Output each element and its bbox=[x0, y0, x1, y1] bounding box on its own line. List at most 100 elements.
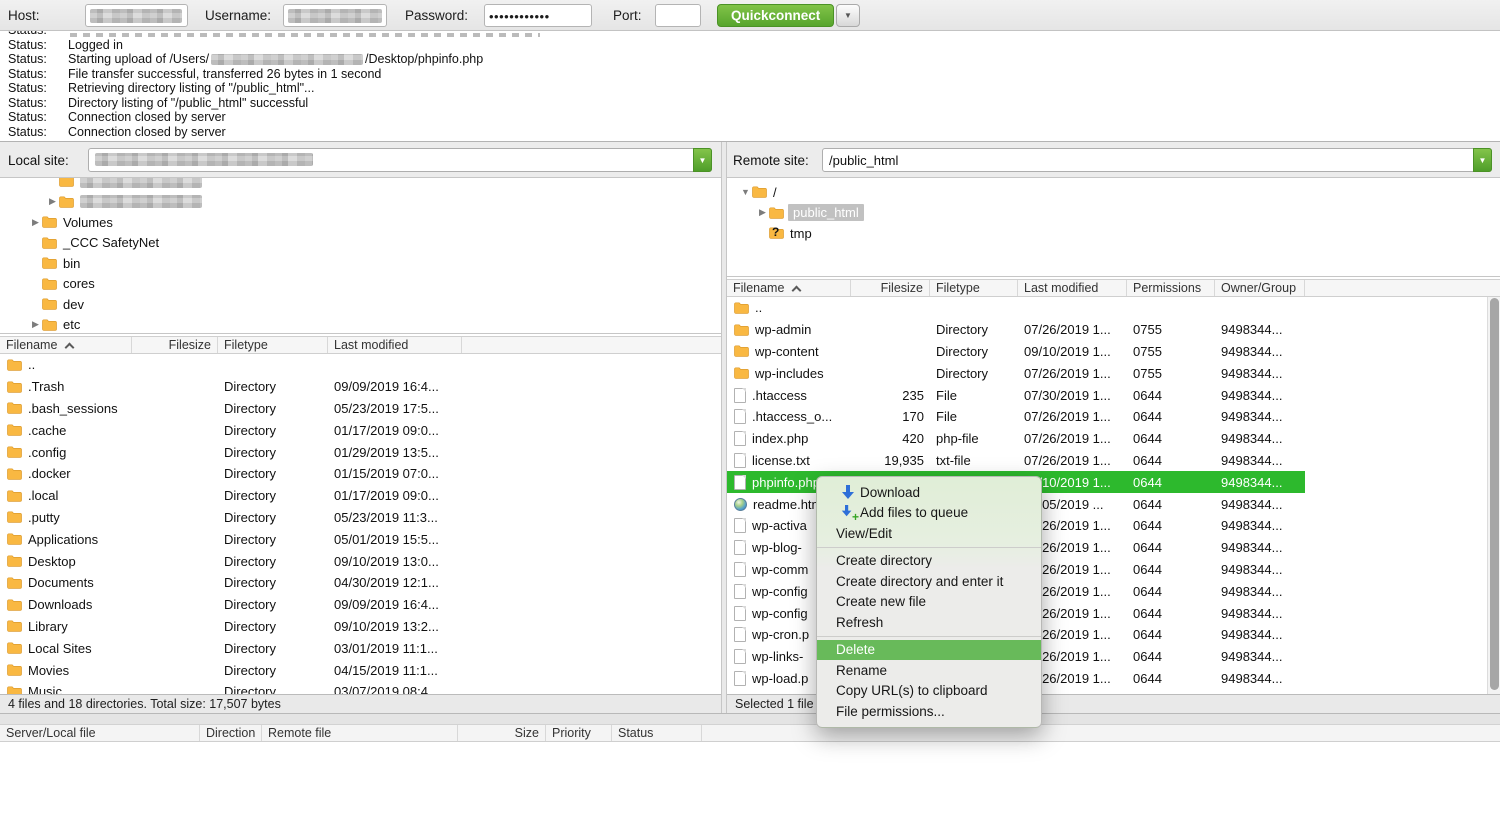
tree-item[interactable]: _CCC SafetyNet bbox=[0, 233, 721, 254]
file-row[interactable]: LibraryDirectory09/10/2019 13:2... bbox=[0, 616, 721, 638]
file-row[interactable]: .configDirectory01/29/2019 13:5... bbox=[0, 441, 721, 463]
file-row[interactable]: .htaccess_o...170File07/26/2019 1...0644… bbox=[727, 406, 1305, 428]
remote-col-owner[interactable]: Owner/Group bbox=[1215, 280, 1305, 296]
queue-col-direction[interactable]: Direction bbox=[200, 725, 262, 741]
menu-item-add-files-to-queue[interactable]: +Add files to queue bbox=[817, 503, 1041, 524]
plus-glyph: + bbox=[852, 511, 859, 523]
port-input[interactable] bbox=[655, 4, 701, 27]
file-row[interactable]: wp-includesDirectory07/26/2019 1...07559… bbox=[727, 362, 1305, 384]
log-text: File transfer successful, transferred 26… bbox=[68, 67, 381, 81]
log-status-label: Status: bbox=[8, 96, 68, 110]
file-row[interactable]: .dockerDirectory01/15/2019 07:0... bbox=[0, 463, 721, 485]
tree-item[interactable]: ▶ bbox=[0, 192, 721, 213]
queue-col-remote-file[interactable]: Remote file bbox=[262, 725, 458, 741]
owner-cell: 9498344... bbox=[1215, 322, 1305, 337]
file-row[interactable]: wp-contentDirectory09/10/2019 1...075594… bbox=[727, 341, 1305, 363]
menu-item-copy-url-s-to-clipboard[interactable]: Copy URL(s) to clipboard bbox=[817, 681, 1041, 702]
filename-cell: .config bbox=[0, 445, 132, 460]
remote-directory-tree: ▼ /▶ public_html ?tmp bbox=[727, 178, 1500, 277]
quickconnect-dropdown-button[interactable]: ▼ bbox=[836, 4, 860, 27]
tree-item[interactable]: ▼ / bbox=[727, 182, 1500, 203]
log-text: Logged in bbox=[68, 38, 123, 52]
local-site-combo[interactable]: ▼ bbox=[88, 148, 712, 172]
file-row[interactable]: license.txt19,935txt-file07/26/2019 1...… bbox=[727, 450, 1305, 472]
queue-col-status[interactable]: Status bbox=[612, 725, 702, 741]
filetype-cell: Directory bbox=[930, 322, 1018, 337]
local-col-filesize[interactable]: Filesize bbox=[132, 337, 218, 353]
expand-closed-icon: ▶ bbox=[46, 196, 59, 207]
file-row[interactable]: MusicDirectory03/07/2019 08:4... bbox=[0, 681, 721, 694]
modified-cell: 05/23/2019 17:5... bbox=[328, 401, 462, 416]
file-row[interactable]: DesktopDirectory09/10/2019 13:0... bbox=[0, 550, 721, 572]
menu-item-file-permissions[interactable]: File permissions... bbox=[817, 701, 1041, 722]
expand-closed-icon: ▶ bbox=[756, 207, 769, 218]
remote-col-filesize[interactable]: Filesize bbox=[851, 280, 930, 296]
menu-item-create-new-file[interactable]: Create new file bbox=[817, 592, 1041, 613]
file-row[interactable]: .puttyDirectory05/23/2019 11:3... bbox=[0, 507, 721, 529]
remote-site-combo[interactable]: /public_html ▼ bbox=[822, 148, 1492, 172]
file-row[interactable]: wp-adminDirectory07/26/2019 1...07559498… bbox=[727, 319, 1305, 341]
remote-col-modified[interactable]: Last modified bbox=[1018, 280, 1127, 296]
file-row[interactable]: DownloadsDirectory09/09/2019 16:4... bbox=[0, 594, 721, 616]
file-icon bbox=[734, 627, 746, 642]
folder-icon bbox=[734, 345, 749, 357]
menu-item-delete[interactable]: Delete bbox=[817, 640, 1041, 661]
menu-item-create-directory[interactable]: Create directory bbox=[817, 551, 1041, 572]
menu-item-view-edit[interactable]: View/Edit bbox=[817, 523, 1041, 544]
file-row[interactable]: MoviesDirectory04/15/2019 11:1... bbox=[0, 659, 721, 681]
folder-icon bbox=[734, 302, 749, 314]
file-row[interactable]: .TrashDirectory09/09/2019 16:4... bbox=[0, 376, 721, 398]
remote-list-scrollbar[interactable] bbox=[1487, 297, 1500, 694]
tree-item-label: / bbox=[773, 185, 777, 200]
file-row[interactable]: ApplicationsDirectory05/01/2019 15:5... bbox=[0, 528, 721, 550]
local-site-dropdown-button[interactable]: ▼ bbox=[693, 148, 712, 172]
tree-item[interactable] bbox=[0, 178, 721, 192]
password-input[interactable]: •••••••••••• bbox=[484, 4, 592, 27]
tree-item[interactable]: ?tmp bbox=[727, 223, 1500, 244]
tree-item[interactable]: ▶ etc bbox=[0, 315, 721, 335]
tree-item[interactable]: dev bbox=[0, 294, 721, 315]
tree-item[interactable]: ▶ Volumes bbox=[0, 212, 721, 233]
file-row[interactable]: .htaccess235File07/30/2019 1...064494983… bbox=[727, 384, 1305, 406]
queue-col-priority[interactable]: Priority bbox=[546, 725, 612, 741]
file-row[interactable]: .bash_sessionsDirectory05/23/2019 17:5..… bbox=[0, 398, 721, 420]
file-row[interactable]: Local SitesDirectory03/01/2019 11:1... bbox=[0, 637, 721, 659]
file-row[interactable]: .cacheDirectory01/17/2019 09:0... bbox=[0, 419, 721, 441]
remote-col-filetype[interactable]: Filetype bbox=[930, 280, 1018, 296]
local-col-modified[interactable]: Last modified bbox=[328, 337, 462, 353]
add-to-queue-arrow-icon: + bbox=[836, 505, 860, 520]
menu-item-label: Download bbox=[860, 485, 920, 500]
queue-col-size[interactable]: Size bbox=[458, 725, 546, 741]
menu-item-rename[interactable]: Rename bbox=[817, 660, 1041, 681]
tree-item[interactable]: cores bbox=[0, 274, 721, 295]
modified-cell: 04/15/2019 11:1... bbox=[328, 663, 462, 678]
file-row[interactable]: DocumentsDirectory04/30/2019 12:1... bbox=[0, 572, 721, 594]
file-row[interactable]: .. bbox=[727, 297, 1305, 319]
remote-col-filename[interactable]: Filename bbox=[727, 280, 851, 296]
username-input[interactable] bbox=[283, 4, 387, 27]
log-status-label: Status: bbox=[8, 52, 68, 66]
filename-text: wp-admin bbox=[755, 322, 811, 337]
file-row[interactable]: index.php420php-file07/26/2019 1...06449… bbox=[727, 428, 1305, 450]
queue-splitter[interactable] bbox=[0, 713, 1500, 724]
remote-col-permissions[interactable]: Permissions bbox=[1127, 280, 1215, 296]
menu-item-create-directory-and-enter-it[interactable]: Create directory and enter it bbox=[817, 571, 1041, 592]
file-row[interactable]: .localDirectory01/17/2019 09:0... bbox=[0, 485, 721, 507]
quickconnect-button[interactable]: Quickconnect bbox=[717, 4, 834, 27]
local-col-filetype[interactable]: Filetype bbox=[218, 337, 328, 353]
menu-item-download[interactable]: Download bbox=[817, 482, 1041, 503]
filename-text: .config bbox=[28, 445, 66, 460]
file-row[interactable]: .. bbox=[0, 354, 721, 376]
queue-col-server-local-file[interactable]: Server/Local file bbox=[0, 725, 200, 741]
tree-item[interactable]: bin bbox=[0, 253, 721, 274]
remote-site-dropdown-button[interactable]: ▼ bbox=[1473, 148, 1492, 172]
menu-item-refresh[interactable]: Refresh bbox=[817, 612, 1041, 633]
host-input[interactable] bbox=[85, 4, 188, 27]
remote-site-value: /public_html bbox=[823, 149, 1491, 168]
local-status-bar: 4 files and 18 directories. Total size: … bbox=[0, 694, 721, 713]
local-col-filename[interactable]: Filename bbox=[0, 337, 132, 353]
scrollbar-thumb[interactable] bbox=[1490, 298, 1499, 690]
filetype-cell: Directory bbox=[218, 619, 328, 634]
tree-item[interactable]: ▶ public_html bbox=[727, 203, 1500, 224]
permissions-cell: 0644 bbox=[1127, 475, 1215, 490]
